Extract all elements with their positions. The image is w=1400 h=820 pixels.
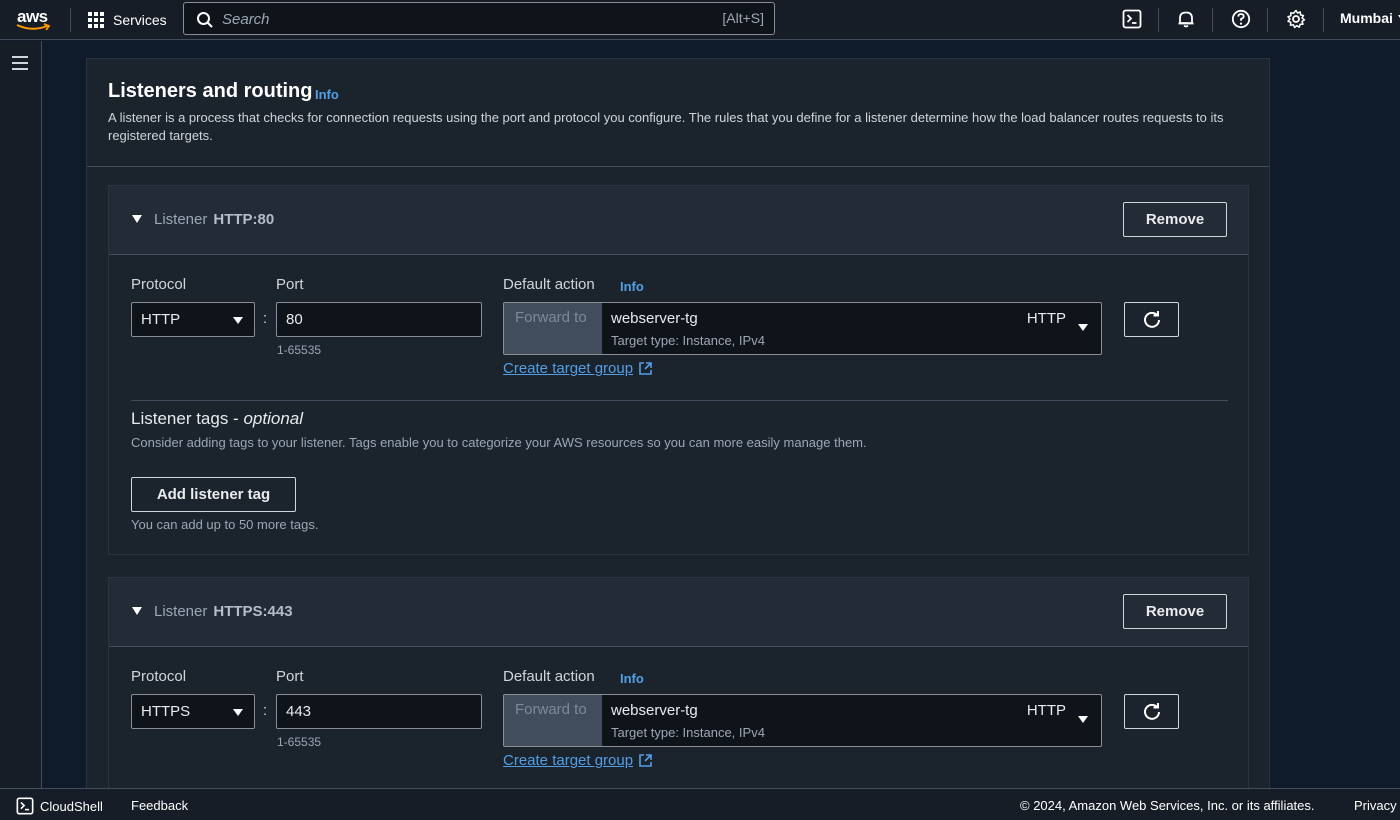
- protocol-select[interactable]: HTTP: [131, 302, 255, 337]
- search-icon: [197, 12, 213, 28]
- listener-name: HTTPS:443: [213, 603, 293, 620]
- nav-divider: [1212, 8, 1213, 32]
- gear-icon[interactable]: [1285, 8, 1307, 30]
- port-input[interactable]: [276, 302, 482, 337]
- listener-title: Listener HTTP:80: [154, 211, 275, 228]
- aws-smile-icon: [16, 23, 51, 31]
- services-label: Services: [113, 12, 167, 28]
- caret-down-icon: [1078, 716, 1088, 723]
- create-target-group-link[interactable]: Create target group: [503, 360, 653, 377]
- colon-separator: :: [263, 702, 268, 719]
- caret-down-icon: [233, 317, 243, 324]
- create-target-group-link[interactable]: Create target group: [503, 752, 653, 769]
- footer: CloudShell Feedback © 2024, Amazon Web S…: [0, 788, 1400, 820]
- nav-divider: [1323, 8, 1324, 32]
- default-action-info-link[interactable]: Info: [620, 671, 644, 686]
- nav-divider: [1158, 8, 1159, 32]
- section-title: Listeners and routing: [108, 80, 313, 102]
- target-group-name: webserver-tg: [611, 702, 698, 719]
- protocol-value: HTTPS: [141, 703, 191, 720]
- help-icon[interactable]: [1230, 8, 1252, 30]
- target-type: Target type: Instance, IPv4: [611, 725, 765, 740]
- listeners-container: Listeners and routing Info A listener is…: [86, 58, 1270, 807]
- target-group-select[interactable]: Forward to webserver-tg Target type: Ins…: [503, 302, 1102, 355]
- listener-tags-description: Consider adding tags to your listener. T…: [131, 435, 867, 450]
- refresh-icon: [1143, 310, 1160, 328]
- protocol-label: Protocol: [131, 276, 187, 293]
- external-link-icon: [639, 362, 652, 375]
- colon-separator: :: [263, 310, 268, 327]
- section-info-link[interactable]: Info: [315, 87, 339, 102]
- cloudshell-button[interactable]: CloudShell: [16, 797, 103, 815]
- search-box[interactable]: [Alt+S]: [183, 2, 775, 35]
- listener-card-http: Listener HTTP:80 Remove Protocol HTTP : P…: [108, 185, 1249, 555]
- cloudshell-label: CloudShell: [40, 798, 103, 814]
- tags-hint: You can add up to 50 more tags.: [131, 517, 319, 532]
- search-shortcut: [Alt+S]: [722, 10, 764, 26]
- listener-title: Listener HTTPS:443: [154, 603, 293, 620]
- section-header: Listeners and routing Info A listener is…: [87, 59, 1269, 167]
- port-hint: 1-65535: [277, 343, 322, 357]
- remove-listener-button[interactable]: Remove: [1123, 202, 1227, 237]
- protocol-select[interactable]: HTTPS: [131, 694, 255, 729]
- target-type: Target type: Instance, IPv4: [611, 333, 765, 348]
- region-label: Mumbai: [1340, 10, 1393, 26]
- aws-logo[interactable]: aws: [14, 4, 56, 34]
- listener-name: HTTP:80: [213, 211, 275, 228]
- listener-header[interactable]: Listener HTTP:80 Remove: [109, 186, 1248, 255]
- target-group-name: webserver-tg: [611, 310, 698, 327]
- feedback-link[interactable]: Feedback: [131, 798, 188, 813]
- region-selector[interactable]: Mumbai: [1340, 10, 1400, 26]
- nav-divider: [1267, 8, 1268, 32]
- listener-header[interactable]: Listener HTTPS:443 Remove: [109, 578, 1248, 647]
- privacy-link[interactable]: Privacy: [1354, 798, 1397, 813]
- port-label: Port: [276, 668, 304, 685]
- target-group-select[interactable]: Forward to webserver-tg Target type: Ins…: [503, 694, 1102, 747]
- copyright-text: © 2024, Amazon Web Services, Inc. or its…: [1020, 798, 1315, 813]
- listener-tags-title: Listener tags - optional: [131, 409, 304, 428]
- menu-icon[interactable]: [12, 56, 28, 70]
- port-input[interactable]: [276, 694, 482, 729]
- port-label: Port: [276, 276, 304, 293]
- listener-card-https: Listener HTTPS:443 Remove Protocol HTTPS …: [108, 577, 1249, 807]
- top-navigation: aws Services [Alt+S]: [0, 0, 1400, 40]
- search-input[interactable]: [222, 8, 682, 30]
- target-protocol: HTTP: [1026, 702, 1066, 719]
- external-link-icon: [639, 754, 652, 767]
- caret-down-icon: [1078, 324, 1088, 331]
- expand-caret-icon[interactable]: [131, 214, 143, 224]
- refresh-button[interactable]: [1124, 302, 1179, 337]
- port-hint: 1-65535: [277, 735, 322, 749]
- bell-icon[interactable]: [1175, 8, 1197, 30]
- remove-listener-button[interactable]: Remove: [1123, 594, 1227, 629]
- target-protocol: HTTP: [1026, 310, 1066, 327]
- services-menu-button[interactable]: Services: [88, 9, 167, 31]
- cloudshell-icon: [16, 797, 34, 815]
- nav-divider: [70, 8, 71, 32]
- default-action-label: Default action: [503, 668, 595, 685]
- add-listener-tag-button[interactable]: Add listener tag: [131, 477, 296, 512]
- protocol-label: Protocol: [131, 668, 187, 685]
- forward-to-label: Forward to: [504, 695, 602, 746]
- refresh-icon: [1143, 702, 1160, 720]
- refresh-button[interactable]: [1124, 694, 1179, 729]
- default-action-info-link[interactable]: Info: [620, 279, 644, 294]
- expand-caret-icon[interactable]: [131, 606, 143, 616]
- forward-to-label: Forward to: [504, 303, 602, 354]
- caret-down-icon: [233, 709, 243, 716]
- tags-divider: [131, 400, 1228, 401]
- default-action-label: Default action: [503, 276, 595, 293]
- cloudshell-icon[interactable]: [1121, 8, 1143, 30]
- protocol-value: HTTP: [141, 311, 181, 328]
- grid-icon: [88, 12, 104, 28]
- section-description: A listener is a process that checks for …: [108, 110, 1224, 143]
- left-rail: [0, 41, 42, 788]
